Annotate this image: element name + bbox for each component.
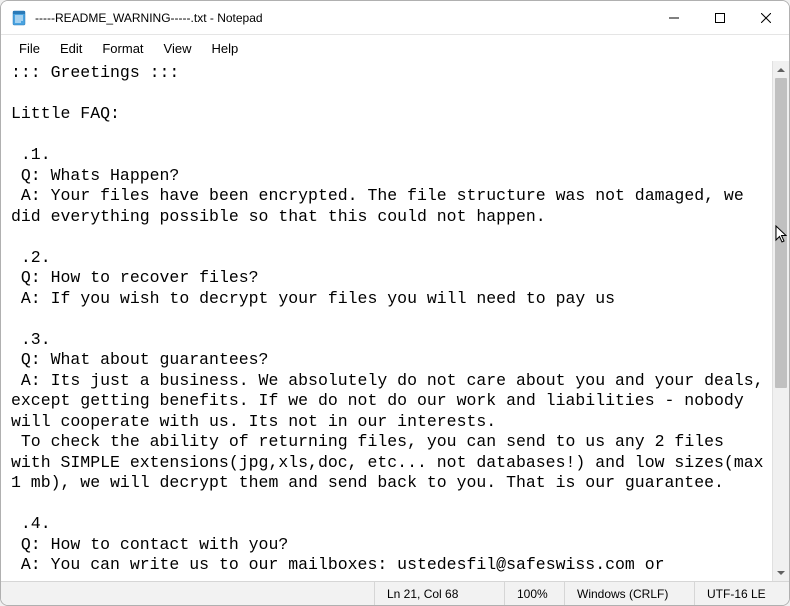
menu-file[interactable]: File — [9, 39, 50, 58]
titlebar: -----README_WARNING-----.txt - Notepad — [1, 1, 789, 35]
close-button[interactable] — [743, 1, 789, 34]
status-encoding: UTF-16 LE — [694, 582, 789, 605]
minimize-button[interactable] — [651, 1, 697, 34]
statusbar: Ln 21, Col 68 100% Windows (CRLF) UTF-16… — [1, 581, 789, 605]
window-controls — [651, 1, 789, 34]
vertical-scrollbar[interactable] — [772, 61, 789, 581]
window-title: -----README_WARNING-----.txt - Notepad — [35, 11, 651, 25]
menu-help[interactable]: Help — [201, 39, 248, 58]
menu-edit[interactable]: Edit — [50, 39, 92, 58]
status-line-ending: Windows (CRLF) — [564, 582, 694, 605]
notepad-window: -----README_WARNING-----.txt - Notepad F… — [0, 0, 790, 606]
menu-view[interactable]: View — [154, 39, 202, 58]
maximize-button[interactable] — [697, 1, 743, 34]
notepad-app-icon — [11, 10, 27, 26]
text-editor[interactable]: ::: Greetings ::: Little FAQ: .1. Q: Wha… — [1, 61, 772, 581]
scroll-down-icon[interactable] — [773, 564, 789, 581]
menubar: File Edit Format View Help — [1, 35, 789, 61]
menu-format[interactable]: Format — [92, 39, 153, 58]
scroll-thumb[interactable] — [775, 78, 787, 388]
status-cursor-position: Ln 21, Col 68 — [374, 582, 504, 605]
content-area: ::: Greetings ::: Little FAQ: .1. Q: Wha… — [1, 61, 789, 581]
scroll-up-icon[interactable] — [773, 61, 789, 78]
status-zoom: 100% — [504, 582, 564, 605]
